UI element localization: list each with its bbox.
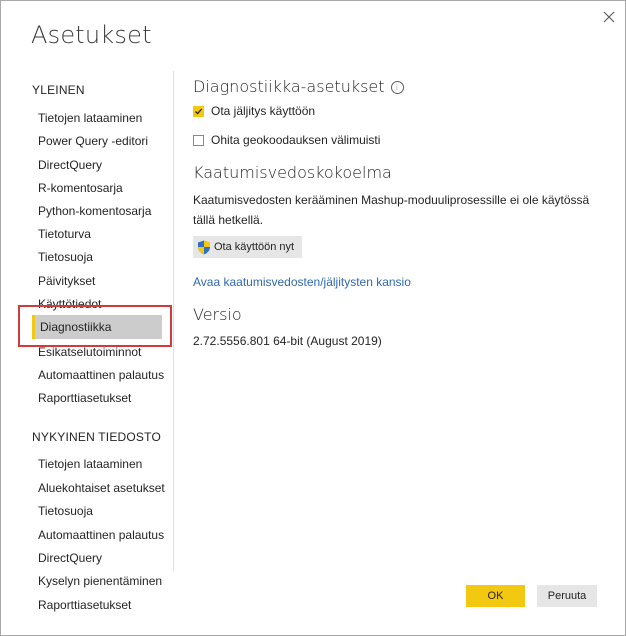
checkbox-unchecked-icon[interactable] bbox=[193, 134, 204, 146]
bypass-geocoding-cache-label: Ohita geokoodauksen välimuisti bbox=[211, 133, 381, 147]
highlight-box bbox=[18, 305, 172, 347]
ok-button[interactable]: OK bbox=[466, 585, 525, 607]
sidebar-item-data-load[interactable]: Tietojen lataaminen bbox=[38, 111, 142, 125]
sidebar-item-privacy[interactable]: Tietosuoja bbox=[38, 250, 93, 264]
sidebar-item-power-query-editor[interactable]: Power Query -editori bbox=[38, 134, 148, 148]
sidebar-item-report-settings[interactable]: Raporttiasetukset bbox=[38, 391, 131, 405]
sidebar-item-preview-features[interactable]: Esikatselutoiminnot bbox=[38, 345, 141, 359]
sidebar-item-directquery[interactable]: DirectQuery bbox=[38, 158, 102, 172]
open-crash-dump-folder-link[interactable]: Avaa kaatumisvedosten/jäljitysten kansio bbox=[193, 275, 411, 289]
shield-icon bbox=[198, 240, 210, 254]
sidebar-item-current-data-load[interactable]: Tietojen lataaminen bbox=[38, 457, 142, 471]
info-icon[interactable]: i bbox=[390, 81, 404, 94]
version-value: 2.72.5556.801 64-bit (August 2019) bbox=[193, 334, 382, 348]
sidebar-item-regional-settings[interactable]: Aluekohtaiset asetukset bbox=[38, 481, 165, 495]
enable-tracing-checkbox[interactable]: Ota jäljitys käyttöön bbox=[193, 104, 315, 118]
crash-dump-description: Kaatumisvedosten kerääminen Mashup-moduu… bbox=[193, 193, 590, 227]
enable-tracing-label: Ota jäljitys käyttöön bbox=[211, 104, 316, 118]
close-button[interactable] bbox=[597, 5, 621, 29]
sidebar-item-updates[interactable]: Päivitykset bbox=[38, 274, 95, 288]
enable-now-button[interactable]: Ota käyttöön nyt bbox=[193, 236, 303, 258]
sidebar-item-current-privacy[interactable]: Tietosuoja bbox=[38, 504, 93, 518]
checkbox-checked-icon[interactable] bbox=[193, 105, 204, 117]
diagnostics-heading-label: Diagnostiikka-asetukset bbox=[193, 77, 385, 96]
general-section-heading: YLEINEN bbox=[32, 83, 85, 97]
sidebar-item-python-scripting[interactable]: Python-komentosarja bbox=[38, 204, 151, 218]
sidebar-item-security[interactable]: Tietoturva bbox=[38, 227, 91, 241]
version-heading: Versio bbox=[193, 305, 242, 324]
settings-dialog: Asetukset YLEINEN Tietojen lataaminen Po… bbox=[0, 0, 626, 636]
close-icon bbox=[603, 11, 615, 23]
crash-dump-heading: Kaatumisvedoskokoelma bbox=[193, 163, 392, 182]
sidebar-divider bbox=[173, 71, 174, 571]
sidebar-item-current-auto-recovery[interactable]: Automaattinen palautus bbox=[38, 528, 164, 542]
sidebar-item-current-directquery[interactable]: DirectQuery bbox=[38, 551, 102, 565]
dialog-title: Asetukset bbox=[31, 21, 152, 49]
current-file-section-heading: NYKYINEN TIEDOSTO bbox=[32, 430, 161, 444]
cancel-button[interactable]: Peruuta bbox=[537, 585, 597, 607]
bypass-geocoding-cache-checkbox[interactable]: Ohita geokoodauksen välimuisti bbox=[193, 133, 380, 147]
sidebar-item-auto-recovery[interactable]: Automaattinen palautus bbox=[38, 368, 164, 382]
diagnostics-heading: Diagnostiikka-asetukset i bbox=[193, 77, 404, 96]
sidebar-item-query-reduction[interactable]: Kyselyn pienentäminen bbox=[38, 574, 162, 588]
sidebar-item-current-report-settings[interactable]: Raporttiasetukset bbox=[38, 598, 131, 612]
enable-now-label: Ota käyttöön nyt bbox=[214, 241, 295, 253]
sidebar-item-r-scripting[interactable]: R-komentosarja bbox=[38, 181, 123, 195]
